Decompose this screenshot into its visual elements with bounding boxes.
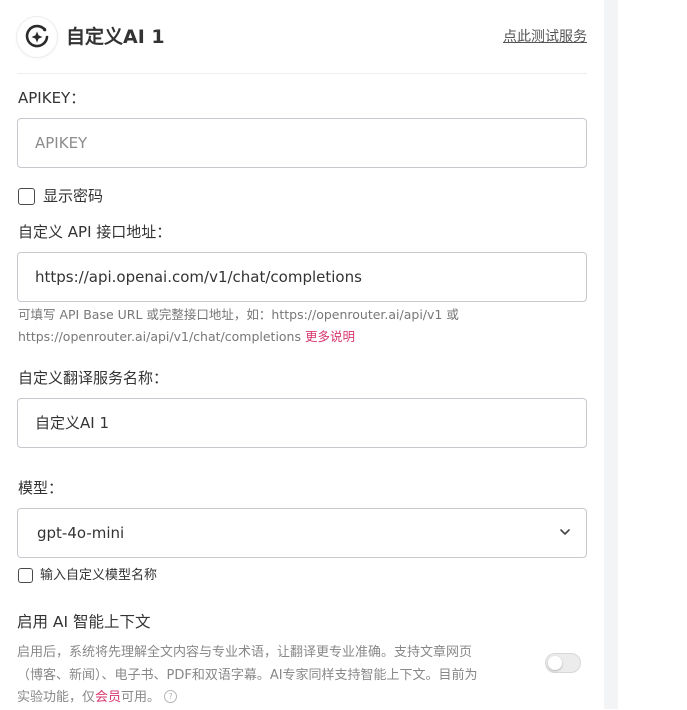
smart-context-title: 启用 AI 智能上下文 [17,613,151,631]
custom-ai-settings-card: 自定义AI 1 点此测试服务 APIKEY： APIKEY 显示密码 自定义 A… [0,0,604,709]
smart-context-toggle[interactable] [545,653,581,673]
model-label: 模型： [18,479,64,497]
smart-context-desc-suffix: 可用。 [121,690,161,705]
api-endpoint-help-line2: https://openrouter.ai/api/v1/chat/comple… [18,326,538,348]
service-header: 自定义AI 1 点此测试服务 [17,17,587,57]
show-password-label: 显示密码 [43,187,104,205]
header-divider [17,73,587,74]
api-endpoint-help-line1: 可填写 API Base URL 或完整接口地址，如：https://openr… [18,307,459,322]
member-link[interactable]: 会员 [95,690,121,705]
api-endpoint-help-example: https://openrouter.ai/api/v1/chat/comple… [18,329,301,344]
toggle-knob [548,656,562,670]
smart-context-desc-line1: 启用后，系统将先理解全文内容与专业术语，让翻译更专业准确。支持文章网页 [17,645,473,660]
chevron-down-icon [560,529,570,535]
service-title: 自定义AI 1 [66,26,165,48]
show-password-checkbox[interactable] [18,188,35,205]
model-selected-value: gpt-4o-mini [37,524,125,542]
smart-context-desc-prefix: 实验功能，仅 [17,690,96,705]
api-endpoint-help: 可填写 API Base URL 或完整接口地址，如：https://openr… [18,304,538,348]
smart-context-desc-line2: （博客、新闻）、电子书、PDF和双语字幕。AI专家同样支持智能上下文。目前为 [17,667,478,683]
model-select[interactable]: gpt-4o-mini [17,508,587,558]
service-name-input[interactable]: 自定义AI 1 [17,398,587,448]
smart-context-desc-line3: 实验功能，仅会员可用。? [17,687,527,710]
service-name-label: 自定义翻译服务名称： [18,369,169,387]
ai-sparkle-icon [17,17,57,57]
api-endpoint-label: 自定义 API 接口地址： [18,223,172,241]
test-service-link[interactable]: 点此测试服务 [503,28,587,46]
apikey-input[interactable]: APIKEY [17,118,587,168]
more-info-link[interactable]: 更多说明 [305,329,355,344]
apikey-label: APIKEY： [18,89,86,107]
custom-model-label: 输入自定义模型名称 [40,568,158,583]
smart-context-description: 启用后，系统将先理解全文内容与专业术语，让翻译更专业准确。支持文章网页 （博客、… [17,642,527,710]
custom-model-checkbox[interactable] [18,568,33,583]
api-endpoint-input[interactable]: https://api.openai.com/v1/chat/completio… [17,252,587,302]
question-circle-icon[interactable]: ? [164,690,178,703]
